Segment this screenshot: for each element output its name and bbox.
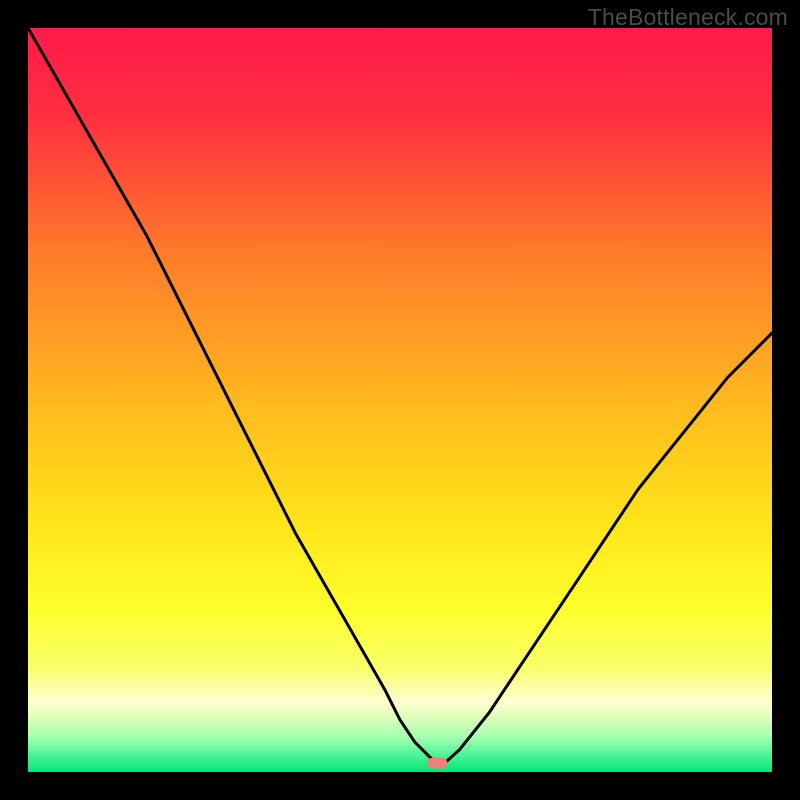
plot-area [28,28,772,772]
optimal-marker [427,758,447,769]
watermark-label: TheBottleneck.com [588,4,788,31]
chart-svg [28,28,772,772]
chart-frame: TheBottleneck.com [0,0,800,800]
gradient-background [28,28,772,772]
